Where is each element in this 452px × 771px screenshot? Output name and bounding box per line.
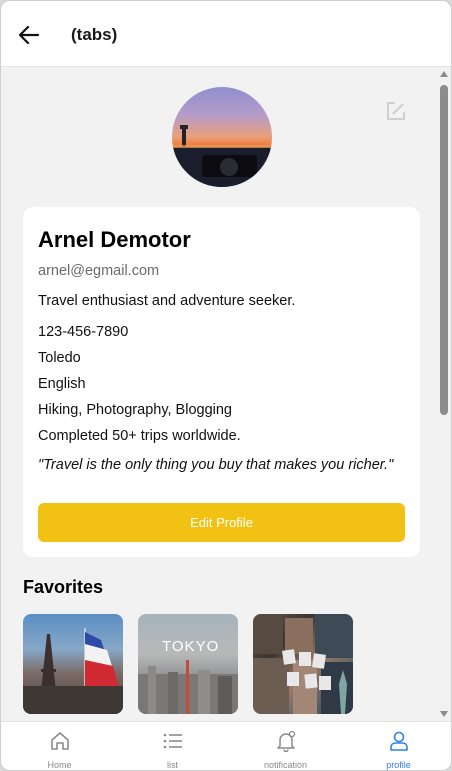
edit-profile-button[interactable]: Edit Profile <box>38 503 405 542</box>
edit-icon[interactable] <box>385 100 407 122</box>
tab-notification[interactable]: notification <box>229 722 342 770</box>
profile-achievement: Completed 50+ trips worldwide. <box>38 428 241 444</box>
tab-label-notification: notification <box>263 760 308 770</box>
home-icon <box>51 732 69 750</box>
tab-label-home: Home <box>47 760 72 770</box>
profile-card: Arnel Demotor arnel@egmail.com Travel en… <box>23 207 420 557</box>
tab-list[interactable]: list <box>116 722 229 770</box>
paris-photo <box>23 628 123 714</box>
profile-interests: Hiking, Photography, Blogging <box>38 402 232 418</box>
bell-icon <box>277 730 296 752</box>
tokyo-photo <box>138 660 238 714</box>
list-icon <box>163 733 182 749</box>
scroll-down-arrow-icon[interactable] <box>440 711 448 717</box>
sunset-photo <box>172 125 272 187</box>
profile-bio: Travel enthusiast and adventure seeker. <box>38 293 296 309</box>
arrow-left-icon <box>19 26 39 44</box>
back-button[interactable] <box>15 21 43 49</box>
scrollbar[interactable] <box>437 67 451 721</box>
app-window: (tabs) Arnel Demotor arnel@egmail.com Tr… <box>0 0 452 771</box>
new-york-collage <box>253 614 353 714</box>
scroll-thumb[interactable] <box>440 85 448 415</box>
header: (tabs) <box>1 1 451 67</box>
favorite-new-york[interactable] <box>253 614 353 714</box>
tab-home[interactable]: Home <box>3 722 116 770</box>
profile-email: arnel@egmail.com <box>38 263 160 279</box>
profile-language: English <box>38 376 86 392</box>
user-icon <box>390 731 408 751</box>
scroll-up-arrow-icon[interactable] <box>440 71 448 77</box>
tab-profile[interactable]: profile <box>342 722 451 770</box>
profile-content[interactable]: Arnel Demotor arnel@egmail.com Travel en… <box>1 67 439 721</box>
tab-label-list: list <box>167 760 178 770</box>
favorite-paris[interactable] <box>23 614 123 714</box>
profile-location: Toledo <box>38 350 81 366</box>
tab-bar: Home list notification profile <box>1 721 451 770</box>
profile-phone: 123-456-7890 <box>38 324 129 340</box>
tab-label-profile: profile <box>386 760 411 770</box>
favorite-tokyo[interactable]: TOKYO <box>138 614 238 714</box>
avatar <box>172 87 272 187</box>
profile-quote: "Travel is the only thing you buy that m… <box>38 457 394 473</box>
profile-name: Arnel Demotor <box>38 227 191 252</box>
header-title: (tabs) <box>71 25 118 44</box>
favorites-title: Favorites <box>23 577 104 597</box>
